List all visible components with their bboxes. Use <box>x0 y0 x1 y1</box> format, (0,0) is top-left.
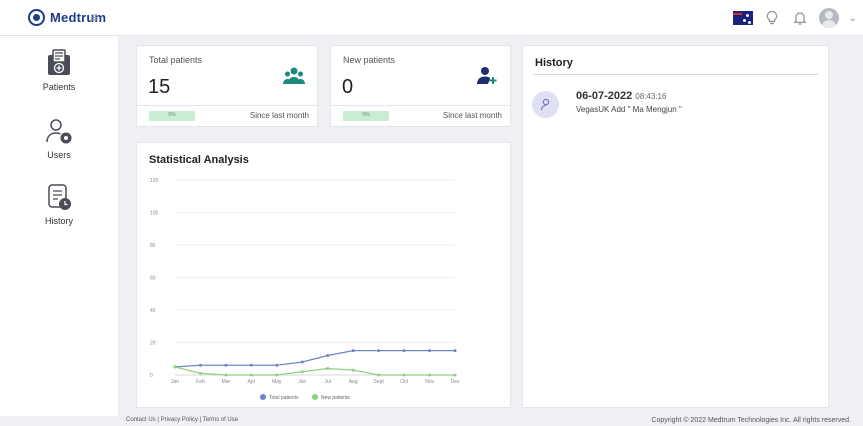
data-point <box>351 349 355 353</box>
data-point <box>198 371 202 375</box>
chevron-down-icon[interactable]: ⌄ <box>849 13 857 24</box>
history-entry-date: 06-07-2022 <box>576 90 633 102</box>
data-point <box>326 354 330 357</box>
terms-of-use-link[interactable]: Terms of Use <box>203 417 238 423</box>
y-tick-label: 80 <box>150 243 156 249</box>
history-entry-datetime: 06-07-2022 08:43:16 <box>576 90 666 102</box>
since-label: Since last month <box>442 111 502 120</box>
data-point <box>275 373 279 377</box>
data-point <box>351 368 355 372</box>
bell-icon[interactable] <box>791 9 809 27</box>
privacy-policy-link[interactable]: Privacy Policy <box>161 417 198 423</box>
history-title: History <box>535 57 573 69</box>
x-tick-label: Apr <box>247 379 255 385</box>
y-tick-label: 20 <box>150 341 156 347</box>
divider <box>533 74 818 75</box>
data-point <box>173 365 177 369</box>
since-label: Since last month <box>249 111 309 120</box>
percentage-value: 0% <box>362 112 370 118</box>
y-tick-label: 0 <box>150 373 153 379</box>
x-tick-label: May <box>272 379 282 385</box>
y-tick-label: 120 <box>150 178 159 184</box>
total-patients-footer: 0% Since last month <box>137 105 317 126</box>
users-settings-icon <box>44 116 74 146</box>
user-avatar[interactable] <box>818 8 839 28</box>
data-point <box>428 373 432 377</box>
sidebar-item-patients[interactable]: Patients <box>0 48 118 92</box>
y-tick-label: 40 <box>150 308 156 314</box>
sidebar-item-history[interactable]: History <box>0 182 118 226</box>
line-chart: 0 20 40 60 80 100 120 Jan Feb Mar Apr May Jun Jul Aug S… <box>150 178 460 401</box>
data-point <box>377 373 381 377</box>
x-tick-label: Jul <box>325 379 331 385</box>
x-tick-label: Jun <box>298 379 306 385</box>
x-tick-label: Jan <box>171 379 179 385</box>
total-patients-card: Total patients 15 0% Since last month <box>136 45 318 127</box>
sidebar-item-users[interactable]: Users <box>0 116 118 160</box>
data-point <box>453 349 457 353</box>
data-point <box>300 360 304 364</box>
new-patients-footer: 0% Since last month <box>331 105 510 126</box>
data-point <box>300 370 304 374</box>
legend-marker <box>312 394 318 400</box>
footer-separator: | <box>157 417 159 423</box>
user-outline-icon <box>532 91 559 118</box>
data-point <box>402 349 406 353</box>
data-point <box>428 349 432 353</box>
data-point <box>275 363 279 367</box>
history-entry-time: 08:43:16 <box>635 92 667 101</box>
data-point <box>453 373 457 377</box>
add-user-icon <box>476 66 498 86</box>
data-point <box>198 363 202 367</box>
legend-marker <box>260 394 266 400</box>
data-point <box>249 373 253 377</box>
legend-label: New patients <box>321 395 350 401</box>
x-tick-label: Mar <box>222 379 231 385</box>
total-patients-title: Total patients <box>149 55 203 65</box>
header-actions: ⌄ <box>732 8 857 28</box>
menu-toggle-icon[interactable]: ≡ <box>90 9 98 25</box>
new-patients-count: 0 <box>342 76 354 98</box>
data-point <box>249 363 253 367</box>
x-tick-label: Dev <box>451 379 460 385</box>
x-tick-label: Nov <box>425 379 434 385</box>
copyright-text: Copyright © 2022 Medtrum Technologies In… <box>651 417 851 424</box>
history-card: History 06-07-2022 08:43:16 VegasUK Add "… <box>522 45 829 408</box>
x-tick-label: Feb <box>196 379 205 385</box>
footer-separator: | <box>199 417 202 423</box>
top-bar: Medtrum ≡ ⌄ <box>0 0 863 36</box>
patients-icon <box>44 48 74 78</box>
data-point <box>224 363 228 367</box>
new-patients-title: New patients <box>343 55 396 65</box>
total-patients-count: 15 <box>148 76 171 98</box>
x-tick-label: Aug <box>349 379 358 385</box>
data-point <box>224 373 228 377</box>
new-patients-card: New patients 0 0% Since last month <box>330 45 511 127</box>
x-tick-label: Oct <box>400 379 408 385</box>
footer-links: Contact Us | Privacy Policy | Terms of U… <box>126 417 238 423</box>
sidebar-item-label: Users <box>47 150 71 160</box>
contact-us-link[interactable]: Contact Us <box>126 417 156 423</box>
x-tick-label: Sept <box>373 379 384 385</box>
medtrum-logo-icon <box>28 9 45 26</box>
data-point <box>402 373 406 377</box>
statistical-analysis-card: Statistical Analysis 0 20 40 60 80 100 120 Jan F… <box>136 142 511 408</box>
sidebar-item-label: History <box>44 216 73 226</box>
y-tick-label: 100 <box>150 211 159 217</box>
series-line <box>174 349 455 368</box>
history-entry-text: VegasUK Add " Ma Mengjun " <box>576 105 682 114</box>
history-icon <box>44 182 74 212</box>
data-point <box>326 367 330 370</box>
sidebar: Patients Users History <box>0 36 118 416</box>
percentage-value: 0% <box>168 112 176 118</box>
patients-group-icon <box>283 66 305 86</box>
legend-label: Total patients <box>269 395 299 401</box>
series-line <box>174 366 455 376</box>
y-tick-label: 60 <box>150 276 156 282</box>
data-point <box>377 349 381 353</box>
lightbulb-icon[interactable] <box>763 9 781 27</box>
language-flag-icon[interactable] <box>732 11 753 25</box>
sidebar-item-label: Patients <box>42 82 76 92</box>
